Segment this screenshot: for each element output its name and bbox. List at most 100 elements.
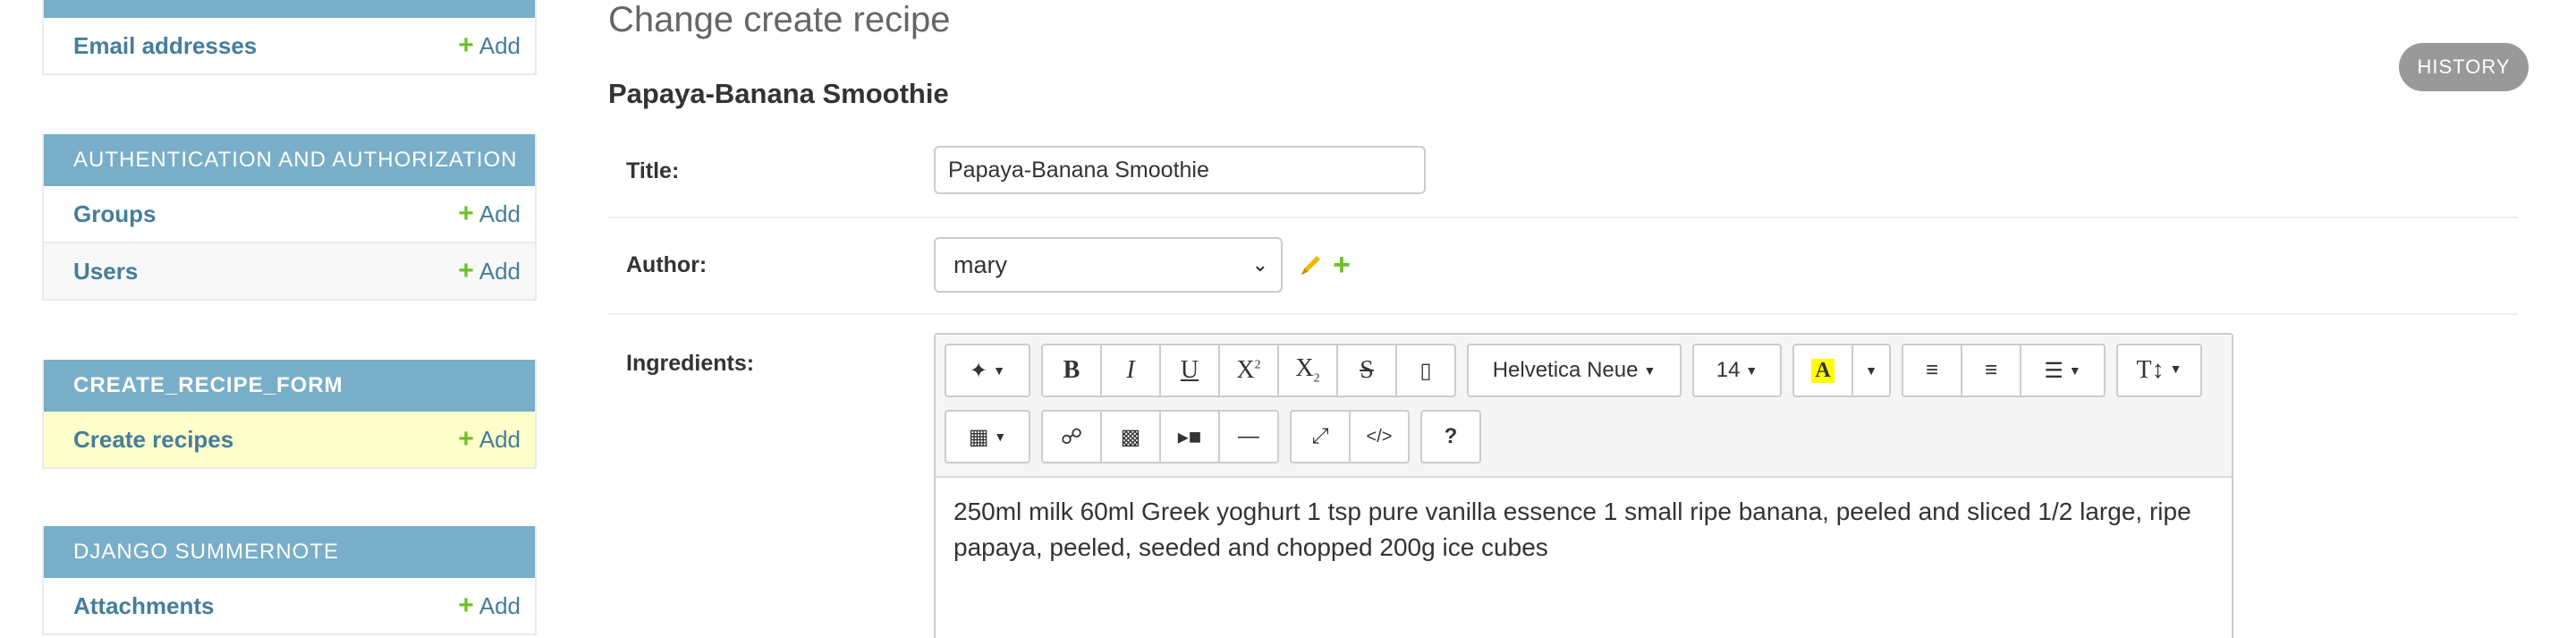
- caret-down-icon: ▼: [2169, 363, 2182, 377]
- link-icon: ☍: [1060, 424, 1083, 449]
- sidebar-row-groups: Groups + Add: [44, 186, 535, 243]
- underline-icon: U: [1180, 356, 1199, 384]
- color-dropdown-button[interactable]: ▼: [1852, 344, 1891, 397]
- module-header-auth[interactable]: Authentication and Authorization: [44, 134, 535, 186]
- line-height-dropdown[interactable]: T↕ ▼: [2116, 344, 2202, 397]
- help-button[interactable]: ?: [1420, 410, 1481, 464]
- author-label: Author:: [626, 252, 708, 277]
- page-title: Change create recipe: [608, 0, 951, 39]
- title-input[interactable]: [934, 146, 1426, 194]
- image-button[interactable]: ▩: [1100, 410, 1161, 464]
- add-create-recipe-link[interactable]: + Add: [458, 426, 521, 454]
- eraser-icon: ▯: [1419, 358, 1432, 383]
- horizontal-rule-icon: —: [1238, 424, 1259, 448]
- module-django-summernote: Django Summernote Attachments + Add: [42, 526, 537, 635]
- bold-button[interactable]: B: [1041, 344, 1102, 397]
- author-select[interactable]: mary ⌄: [934, 237, 1283, 293]
- caret-down-icon: ▼: [994, 430, 1007, 444]
- main-content: Change create recipe HISTORY Papaya-Bana…: [608, 0, 2576, 638]
- editor-toolbar: ✦ ▼ B I U X2 X2 S ▯ Helvetica Neue ▼ 14 ▼ A…: [936, 335, 2232, 478]
- admin-sidebar: Email addresses + Add Authentication and …: [42, 0, 537, 638]
- add-attachment-link[interactable]: + Add: [458, 592, 521, 620]
- superscript-icon: X2: [1236, 356, 1261, 384]
- unordered-list-button[interactable]: ≡: [1902, 344, 1962, 397]
- strikethrough-button[interactable]: S: [1336, 344, 1397, 397]
- add-author-icon[interactable]: +: [1333, 248, 1351, 283]
- ingredients-label: Ingredients:: [626, 351, 755, 376]
- chevron-down-icon: ⌄: [1251, 253, 1268, 276]
- superscript-button[interactable]: X2: [1218, 344, 1279, 397]
- caret-down-icon: ▼: [1865, 363, 1877, 378]
- subscript-button[interactable]: X2: [1277, 344, 1338, 397]
- title-label: Title:: [626, 158, 680, 183]
- module-header-partial: [44, 0, 535, 18]
- plus-icon: +: [458, 256, 474, 285]
- add-email-address-link[interactable]: + Add: [458, 32, 521, 60]
- italic-icon: I: [1126, 356, 1135, 384]
- link-button[interactable]: ☍: [1041, 410, 1102, 464]
- plus-icon: +: [458, 30, 474, 60]
- plus-icon: +: [458, 199, 474, 228]
- font-size-value: 14: [1716, 358, 1741, 382]
- module-header-django-summernote[interactable]: Django Summernote: [44, 526, 535, 578]
- table-icon: ▦: [968, 424, 989, 449]
- module-auth: Authentication and Authorization Groups …: [42, 134, 537, 301]
- italic-button[interactable]: I: [1100, 344, 1161, 397]
- ordered-list-button[interactable]: ≡: [1961, 344, 2021, 397]
- font-size-dropdown[interactable]: 14 ▼: [1692, 344, 1782, 397]
- editor-content[interactable]: 250ml milk 60ml Greek yoghurt 1 tsp pure…: [936, 478, 2232, 582]
- codeview-button[interactable]: </>: [1349, 410, 1410, 464]
- caret-down-icon: ▼: [2068, 363, 2081, 378]
- plus-icon: +: [458, 591, 474, 620]
- subscript-icon: X2: [1295, 354, 1320, 386]
- object-title: Papaya-Banana Smoothie: [608, 78, 949, 109]
- code-icon: </>: [1366, 426, 1393, 447]
- sidebar-link-create-recipes[interactable]: Create recipes: [73, 426, 233, 454]
- pencil-icon[interactable]: [1298, 251, 1325, 278]
- fullscreen-button[interactable]: ⤢: [1290, 410, 1351, 464]
- clear-format-button[interactable]: ▯: [1395, 344, 1456, 397]
- highlight-letter-icon: A: [1811, 358, 1835, 383]
- horizontal-rule-button[interactable]: —: [1218, 410, 1279, 464]
- video-button[interactable]: ▸■: [1159, 410, 1220, 464]
- magic-wand-icon: ✦: [970, 358, 988, 383]
- video-icon: ▸■: [1177, 424, 1202, 449]
- author-select-value: mary: [953, 251, 1007, 278]
- font-name-dropdown[interactable]: Helvetica Neue ▼: [1467, 344, 1682, 397]
- text-color-button[interactable]: A: [1792, 344, 1853, 397]
- font-name-value: Helvetica Neue: [1492, 358, 1639, 382]
- underline-button[interactable]: U: [1159, 344, 1220, 397]
- field-divider: [608, 217, 2518, 218]
- plus-icon: +: [458, 424, 474, 454]
- paragraph-dropdown[interactable]: ☰ ▼: [2020, 344, 2106, 397]
- module-account: Email addresses + Add: [42, 0, 537, 75]
- sidebar-link-email-addresses[interactable]: Email addresses: [73, 32, 257, 60]
- add-user-link[interactable]: + Add: [458, 258, 521, 285]
- caret-down-icon: ▼: [993, 363, 1005, 378]
- module-header-create-recipe-form[interactable]: CREATE_RECIPE_FORM: [44, 360, 535, 412]
- table-dropdown-button[interactable]: ▦ ▼: [945, 410, 1030, 464]
- sidebar-row-attachments: Attachments + Add: [44, 578, 535, 635]
- line-height-icon: T↕: [2136, 356, 2165, 384]
- image-icon: ▩: [1120, 424, 1141, 449]
- sidebar-row-create-recipes: Create recipes + Add: [44, 412, 535, 469]
- summernote-editor: ✦ ▼ B I U X2 X2 S ▯ Helvetica Neue ▼ 14 ▼ A…: [934, 333, 2233, 638]
- bold-icon: B: [1063, 356, 1080, 384]
- style-dropdown-button[interactable]: ✦ ▼: [945, 344, 1030, 397]
- expand-icon: ⤢: [1311, 424, 1329, 448]
- strikethrough-icon: S: [1360, 356, 1374, 384]
- question-mark-icon: ?: [1444, 424, 1458, 448]
- caret-down-icon: ▼: [1643, 363, 1657, 378]
- module-create-recipe-form: CREATE_RECIPE_FORM Create recipes + Add: [42, 360, 537, 469]
- add-group-link[interactable]: + Add: [458, 200, 521, 228]
- align-left-icon: ☰: [2044, 358, 2063, 383]
- sidebar-link-attachments[interactable]: Attachments: [73, 592, 214, 620]
- field-divider: [608, 313, 2518, 315]
- history-button[interactable]: HISTORY: [2399, 43, 2529, 91]
- numbered-list-icon: ≡: [1984, 358, 1997, 382]
- sidebar-link-users[interactable]: Users: [73, 258, 138, 285]
- caret-down-icon: ▼: [1745, 363, 1758, 378]
- bullet-list-icon: ≡: [1925, 358, 1938, 382]
- sidebar-link-groups[interactable]: Groups: [73, 200, 156, 228]
- sidebar-row-users: Users + Add: [44, 243, 535, 301]
